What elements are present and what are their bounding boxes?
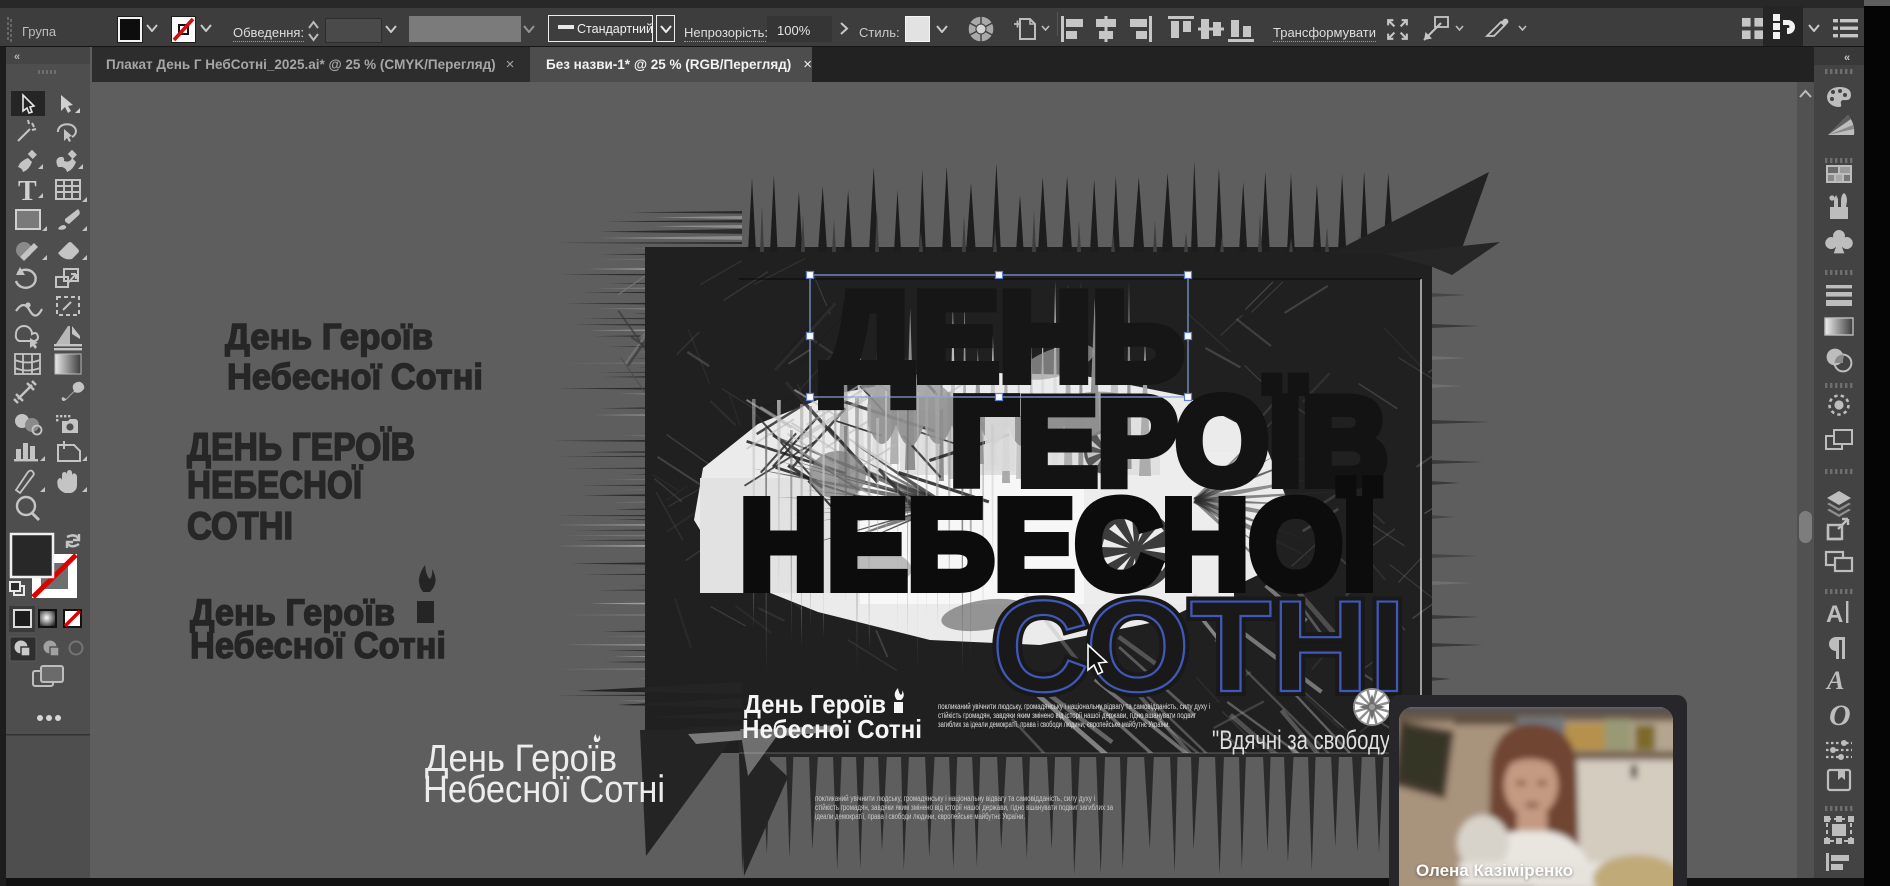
svg-text:Небесної Сотні: Небесної Сотні (190, 625, 446, 666)
svg-text:ДЕНЬ ГЕРОЇВ: ДЕНЬ ГЕРОЇВ (187, 426, 415, 469)
svg-text:покликаний увічнити людську, г: покликаний увічнити людську, громадянськ… (815, 794, 1095, 803)
svg-text:ідеали демократії, права і сво: ідеали демократії, права і свободи людин… (815, 812, 1025, 821)
svg-text:покликаний увічнити людську, г: покликаний увічнити людську, громадянськ… (938, 702, 1210, 711)
svg-text:"Вдячні за свободу: "Вдячні за свободу (1212, 725, 1390, 755)
svg-text:«: « (14, 51, 20, 63)
svg-text:День Героїв: День Героїв (225, 316, 433, 357)
svg-text:стійкість громадян, завдяки як: стійкість громадян, завдяки яким змінено… (938, 711, 1196, 720)
svg-text:СОТНІ: СОТНІ (187, 505, 293, 548)
svg-text:A: A (1826, 601, 1843, 628)
svg-text:O: O (1829, 699, 1851, 732)
svg-text:НЕБЕСНОЇ: НЕБЕСНОЇ (187, 464, 363, 507)
svg-text:T: T (18, 176, 37, 207)
svg-text:СОТНІ: СОТНІ (992, 573, 1406, 719)
svg-text:Небесної Сотні: Небесної Сотні (227, 356, 483, 397)
svg-text:Небесної Сотні: Небесної Сотні (423, 769, 665, 811)
svg-text:Небесної Сотні: Небесної Сотні (742, 714, 922, 744)
svg-text:стійкість громадян, завдяки як: стійкість громадян, завдяки яким змінено… (815, 803, 1113, 812)
svg-text:«: « (1844, 52, 1850, 64)
svg-text:загиблих за ідеали демократії,: загиблих за ідеали демократії, права і с… (938, 720, 1170, 729)
svg-text:A: A (1825, 666, 1844, 695)
